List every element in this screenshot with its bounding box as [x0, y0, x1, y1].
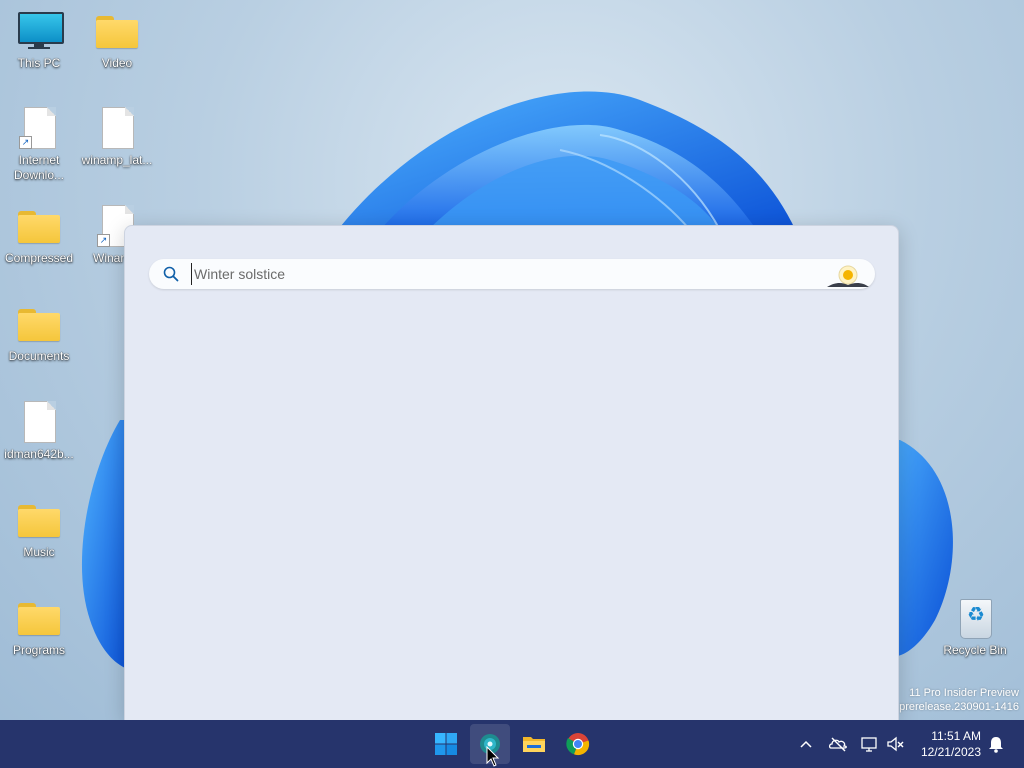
chevron-up-icon[interactable] [796, 734, 816, 754]
desktop-icon-label: idman642b... [4, 447, 74, 461]
document-icon [93, 107, 141, 151]
windows-logo-icon [435, 733, 457, 755]
desktop-icon-music[interactable]: Music [1, 499, 77, 560]
document-shortcut-icon: ↗ [15, 107, 63, 151]
taskbar: 11:51 AM 12/21/2023 [0, 720, 1024, 768]
bell-icon[interactable] [986, 734, 1006, 754]
desktop: This PC Video ↗ Internet Downlo... winam… [0, 0, 1024, 720]
desktop-icon-video[interactable]: Video [79, 10, 155, 71]
desktop-icon-this-pc[interactable]: This PC [1, 10, 77, 71]
folder-icon [93, 10, 141, 54]
clock-time: 11:51 AM [931, 729, 981, 743]
file-explorer-icon [523, 737, 545, 752]
document-icon [15, 401, 63, 445]
file-explorer-button[interactable] [514, 724, 554, 764]
desktop-icon-label: Recycle Bin [943, 643, 1007, 657]
desktop-icon-label: Video [101, 56, 133, 70]
search-icon [163, 266, 179, 282]
taskbar-clock[interactable]: 11:51 AM 12/21/2023 [901, 728, 981, 760]
folder-icon [15, 597, 63, 641]
desktop-icon-label: Music [23, 545, 55, 559]
desktop-icon-label: This PC [17, 56, 61, 70]
clock-date: 12/21/2023 [920, 745, 981, 759]
desktop-icon-programs[interactable]: Programs [1, 597, 77, 658]
desktop-icon-label: Programs [12, 643, 65, 657]
desktop-icon-label: Internet Downlo... [13, 153, 65, 182]
this-pc-icon [15, 10, 64, 54]
desktop-icon-internet-download-manager[interactable]: ↗ Internet Downlo... [1, 107, 77, 183]
start-button[interactable] [426, 724, 466, 764]
desktop-icon-label: Documents [8, 349, 70, 363]
watermark-line: prerelease.230901-1416 [899, 701, 1019, 713]
search-input[interactable] [191, 263, 814, 285]
desktop-icon-label: Compressed [4, 251, 74, 265]
watermark-line: 11 Pro Insider Preview [909, 687, 1019, 699]
desktop-icon-documents[interactable]: Documents [1, 303, 77, 364]
search-box[interactable] [149, 259, 875, 289]
chrome-icon [566, 733, 590, 756]
desktop-icon-recycle-bin[interactable]: ♻ Recycle Bin [937, 597, 1013, 658]
onedrive-offline-icon[interactable] [828, 734, 848, 754]
folder-icon [15, 499, 63, 543]
folder-icon [15, 303, 63, 347]
mouse-cursor-icon [486, 746, 500, 767]
winter-solstice-sun-icon[interactable] [825, 261, 871, 289]
desktop-icon-compressed[interactable]: Compressed [1, 205, 77, 266]
recycle-bin-icon: ♻ [951, 597, 999, 641]
folder-icon [15, 205, 63, 249]
chrome-button[interactable] [558, 724, 598, 764]
search-panel [124, 225, 899, 720]
desktop-icon-label: winamp_lat... [81, 153, 153, 167]
desktop-icon-winamp[interactable]: winamp_lat... [79, 107, 155, 168]
desktop-icon-idman[interactable]: idman642b... [1, 401, 77, 462]
os-version-watermark: 11 Pro Insider Preview prerelease.230901… [899, 686, 1019, 714]
network-icon[interactable] [860, 734, 880, 754]
